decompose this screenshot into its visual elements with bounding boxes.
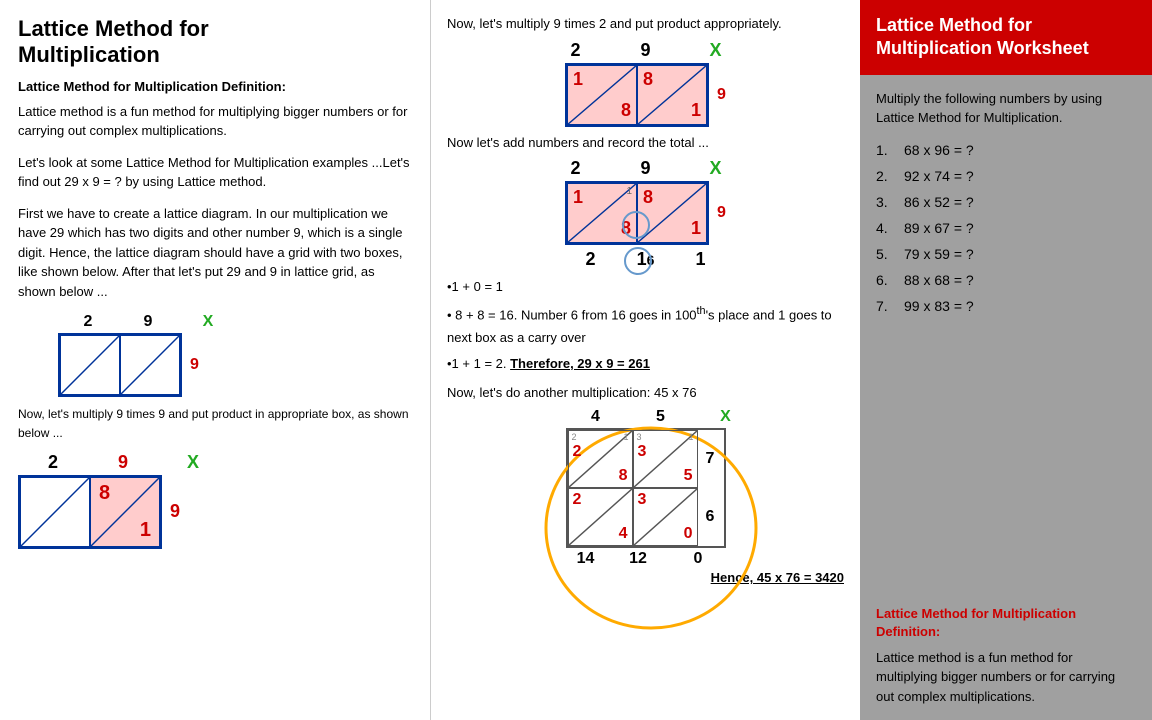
mid-cell-18: 1 8 — [567, 65, 637, 125]
definition-title: Lattice Method for Multiplication Defini… — [18, 79, 412, 94]
mid-row-lbl-9: 9 — [717, 86, 726, 104]
mid-grid-2: 2 9 X 1 8 1 8 1 — [447, 158, 844, 270]
worksheet-body: Multiply the following numbers by using … — [860, 75, 1152, 595]
grid-description: First we have to create a lattice diagra… — [18, 204, 412, 302]
footer-text: Lattice method is a fun method for multi… — [876, 648, 1136, 707]
filled-grid: 8 1 — [18, 475, 162, 549]
row-label-9-filled: 9 — [170, 501, 180, 522]
problem-1: 1.68 x 96 = ? — [876, 142, 1136, 158]
problem-3: 3.86 x 52 = ? — [876, 194, 1136, 210]
big-lattice: 4 5 X 21 2 8 — [447, 408, 844, 585]
empty-grid — [58, 333, 182, 397]
mid2-cell-18: 1 8 1 — [567, 183, 637, 243]
cell-empty-2 — [120, 335, 180, 395]
hence-text: Hence, 45 x 76 = 3420 — [447, 570, 844, 585]
left-panel: Lattice Method for Multiplication Lattic… — [0, 0, 430, 720]
bullet2: • 8 + 8 = 16. Number 6 from 16 goes in 1… — [447, 302, 844, 349]
cell-81: 8 1 — [90, 477, 160, 547]
filled-lattice: 2 9 X 8 1 9 — [18, 452, 412, 549]
footer-title: Lattice Method for Multiplication Defini… — [876, 605, 1136, 641]
definition-text: Lattice method is a fun method for multi… — [18, 102, 412, 141]
big-cell-30: 3 0 — [633, 488, 698, 546]
big-cell-24: 2 4 — [568, 488, 633, 546]
problem-7: 7.99 x 83 = ? — [876, 298, 1136, 314]
middle-panel: Now, let's multiply 9 times 2 and put pr… — [430, 0, 860, 720]
problem-list: 1.68 x 96 = ? 2.92 x 74 = ? 3.86 x 52 = … — [876, 142, 1136, 314]
empty-lattice: 2 9 X 9 — [58, 313, 412, 397]
multiply-desc: Now, let's multiply 9 times 9 and put pr… — [18, 405, 412, 443]
examples-text: Let's look at some Lattice Method for Mu… — [18, 153, 412, 192]
bullet1: •1 + 0 = 1 — [447, 276, 844, 298]
section2-text: Now let's add numbers and record the tot… — [447, 133, 844, 153]
row-label-9-empty: 9 — [190, 356, 199, 374]
big-cell-35: 31 3 5 — [633, 430, 698, 488]
section3-text: Now, let's do another multiplication: 45… — [447, 383, 844, 403]
mid-grid-1: 2 9 X 1 8 8 1 9 — [447, 40, 844, 127]
mid2-cell-81: 8 1 — [637, 183, 707, 243]
worksheet-header: Lattice Method for Multiplication Worksh… — [860, 0, 1152, 75]
cell-empty-left — [20, 477, 90, 547]
bullet3: •1 + 1 = 2. Therefore, 29 x 9 = 261 — [447, 353, 844, 375]
problem-6: 6.88 x 68 = ? — [876, 272, 1136, 288]
section1-text: Now, let's multiply 9 times 2 and put pr… — [447, 14, 844, 34]
mid-cell-81: 8 1 — [637, 65, 707, 125]
problem-4: 4.89 x 67 = ? — [876, 220, 1136, 236]
page-title: Lattice Method for Multiplication — [18, 16, 412, 69]
problem-5: 5.79 x 59 = ? — [876, 246, 1136, 262]
big-cell-28: 21 2 8 — [568, 430, 633, 488]
worksheet-footer: Lattice Method for Multiplication Defini… — [860, 595, 1152, 720]
right-panel: Lattice Method for Multiplication Worksh… — [860, 0, 1152, 720]
mid2-row-lbl-9: 9 — [717, 204, 726, 222]
cell-empty-1 — [60, 335, 120, 395]
problem-2: 2.92 x 74 = ? — [876, 168, 1136, 184]
worksheet-intro: Multiply the following numbers by using … — [876, 89, 1136, 128]
